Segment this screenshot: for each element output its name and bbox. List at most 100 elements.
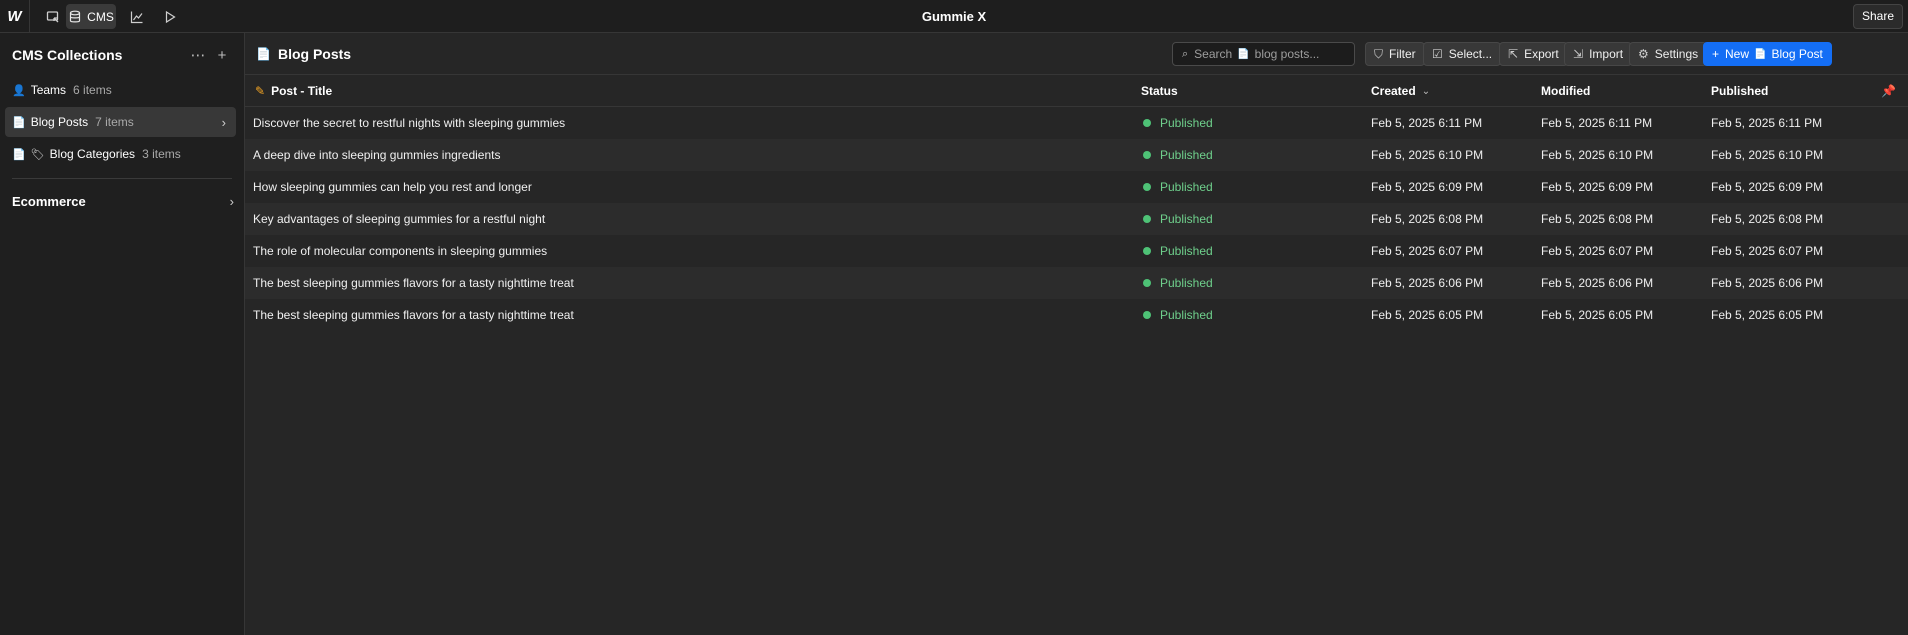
sidebar-divider	[12, 178, 232, 179]
collection-name: Teams	[30, 83, 67, 97]
status-text: Published	[1160, 180, 1213, 194]
webflow-logo-icon[interactable]: W	[0, 0, 30, 33]
table-row[interactable]: The role of molecular components in slee…	[245, 235, 1908, 267]
column-header-published[interactable]: Published	[1711, 75, 1768, 107]
document-icon: 📄	[1237, 48, 1250, 60]
status-text: Published	[1160, 308, 1213, 322]
table-row[interactable]: A deep dive into sleeping gummies ingred…	[245, 139, 1908, 171]
pin-icon[interactable]: 📌	[1881, 75, 1896, 107]
cell-status: Published	[1143, 107, 1213, 139]
cell-created: Feb 5, 2025 6:05 PM	[1371, 308, 1484, 322]
cell-modified: Feb 5, 2025 6:05 PM	[1541, 308, 1654, 322]
collection-header: 📄 Blog Posts ⌕ Search 📄 blog posts... ⛉ …	[245, 33, 1908, 75]
top-bar: W CMS Gummie X Share	[0, 0, 1908, 33]
cell-published: Feb 5, 2025 6:09 PM	[1711, 180, 1824, 194]
designer-icon[interactable]	[40, 4, 66, 29]
new-label: New	[1725, 47, 1750, 61]
table-row[interactable]: The best sleeping gummies flavors for a …	[245, 267, 1908, 299]
status-dot	[1143, 247, 1151, 255]
collection-item-blog-categories[interactable]: 📄 🏷 Blog Categories 3 items	[5, 139, 236, 169]
page-title-text: Blog Posts	[277, 46, 352, 62]
filter-icon: ⛉	[1374, 46, 1384, 61]
gear-icon: ⚙	[1638, 47, 1649, 61]
cell-published: Feb 5, 2025 6:07 PM	[1711, 244, 1824, 258]
select-button[interactable]: ☑ Select...	[1423, 42, 1502, 66]
cell-modified: Feb 5, 2025 6:08 PM	[1541, 212, 1654, 226]
cell-status: Published	[1143, 299, 1213, 331]
collection-item-blog-posts[interactable]: 📄 Blog Posts 7 items ›	[5, 107, 236, 137]
document-icon: 📄	[12, 116, 26, 129]
table-row[interactable]: How sleeping gummies can help you rest a…	[245, 171, 1908, 203]
add-collection-icon[interactable]: +	[210, 47, 234, 64]
collection-name: Blog Posts	[30, 115, 89, 129]
chevron-down-icon: ⌄	[1421, 85, 1431, 97]
play-icon[interactable]	[157, 4, 183, 29]
tab-cms-label: CMS	[87, 9, 114, 24]
analytics-icon[interactable]	[124, 4, 150, 29]
search-placeholder: blog posts...	[1254, 47, 1320, 61]
sidebar: CMS Collections ⋯ + 👤 Teams 6 items 📄 Bl…	[0, 33, 245, 635]
share-button[interactable]: Share	[1852, 4, 1903, 29]
column-header-modified[interactable]: Modified	[1541, 75, 1590, 107]
chevron-right-icon: ›	[229, 193, 234, 209]
cell-title: Discover the secret to restful nights wi…	[253, 116, 566, 130]
cell-created: Feb 5, 2025 6:10 PM	[1371, 148, 1484, 162]
collection-name: Blog Categories	[49, 147, 136, 161]
column-header-status[interactable]: Status	[1141, 75, 1178, 107]
tag-icon: 🏷	[30, 148, 45, 161]
table-row[interactable]: The best sleeping gummies flavors for a …	[245, 299, 1908, 331]
cell-title: Key advantages of sleeping gummies for a…	[253, 212, 546, 226]
status-text: Published	[1160, 244, 1213, 258]
cell-modified: Feb 5, 2025 6:09 PM	[1541, 180, 1654, 194]
cell-published: Feb 5, 2025 6:05 PM	[1711, 308, 1824, 322]
collection-count: 7 items	[95, 115, 134, 129]
collection-count: 6 items	[73, 83, 112, 97]
export-icon: ⇱	[1508, 47, 1519, 61]
cell-published: Feb 5, 2025 6:06 PM	[1711, 276, 1824, 290]
more-options-icon[interactable]: ⋯	[186, 46, 210, 64]
search-prefix: Search	[1194, 47, 1233, 61]
collection-item-teams[interactable]: 👤 Teams 6 items	[5, 75, 236, 105]
cell-title: How sleeping gummies can help you rest a…	[253, 180, 532, 194]
import-button[interactable]: ⇲ Import	[1564, 42, 1633, 66]
export-button[interactable]: ⇱ Export	[1499, 42, 1568, 66]
column-header-title[interactable]: ✎ Post - Title	[255, 75, 332, 107]
settings-button[interactable]: ⚙ Settings	[1629, 42, 1708, 66]
search-icon: ⌕	[1182, 47, 1189, 60]
status-dot	[1143, 183, 1151, 191]
document-icon: 📄	[1754, 48, 1767, 60]
column-label: Created	[1371, 84, 1416, 98]
page-title: 📄 Blog Posts	[256, 33, 351, 75]
cell-status: Published	[1143, 171, 1213, 203]
column-header-created[interactable]: Created ⌄	[1371, 75, 1430, 107]
new-blog-post-button[interactable]: + New 📄 Blog Post	[1703, 42, 1832, 66]
cell-published: Feb 5, 2025 6:11 PM	[1711, 116, 1823, 130]
cell-created: Feb 5, 2025 6:08 PM	[1371, 212, 1484, 226]
column-label: Modified	[1541, 84, 1591, 98]
search-input[interactable]: ⌕ Search 📄 blog posts...	[1172, 42, 1355, 66]
table-row[interactable]: Key advantages of sleeping gummies for a…	[245, 203, 1908, 235]
export-label: Export	[1524, 47, 1559, 61]
import-label: Import	[1589, 47, 1624, 61]
status-dot	[1143, 311, 1151, 319]
pencil-icon: ✎	[255, 84, 266, 98]
ecommerce-section[interactable]: Ecommerce ›	[12, 189, 234, 213]
column-label: Published	[1711, 84, 1769, 98]
cell-created: Feb 5, 2025 6:09 PM	[1371, 180, 1484, 194]
cell-modified: Feb 5, 2025 6:07 PM	[1541, 244, 1654, 258]
table-header: ✎ Post - Title Status Created ⌄ Modified…	[245, 75, 1908, 107]
settings-label: Settings	[1654, 47, 1699, 61]
cell-title: A deep dive into sleeping gummies ingred…	[253, 148, 501, 162]
cell-published: Feb 5, 2025 6:10 PM	[1711, 148, 1824, 162]
filter-button[interactable]: ⛉ Filter	[1365, 42, 1425, 66]
cell-title: The best sleeping gummies flavors for a …	[253, 276, 574, 290]
tab-cms[interactable]: CMS	[66, 4, 116, 29]
select-label: Select...	[1448, 47, 1493, 61]
table-row[interactable]: Discover the secret to restful nights wi…	[245, 107, 1908, 139]
import-icon: ⇲	[1573, 47, 1584, 61]
new-suffix-label: Blog Post	[1771, 47, 1823, 61]
status-text: Published	[1160, 116, 1213, 130]
plus-icon: +	[1712, 47, 1720, 61]
document-icon: 📄	[256, 47, 271, 61]
cell-modified: Feb 5, 2025 6:11 PM	[1541, 116, 1653, 130]
